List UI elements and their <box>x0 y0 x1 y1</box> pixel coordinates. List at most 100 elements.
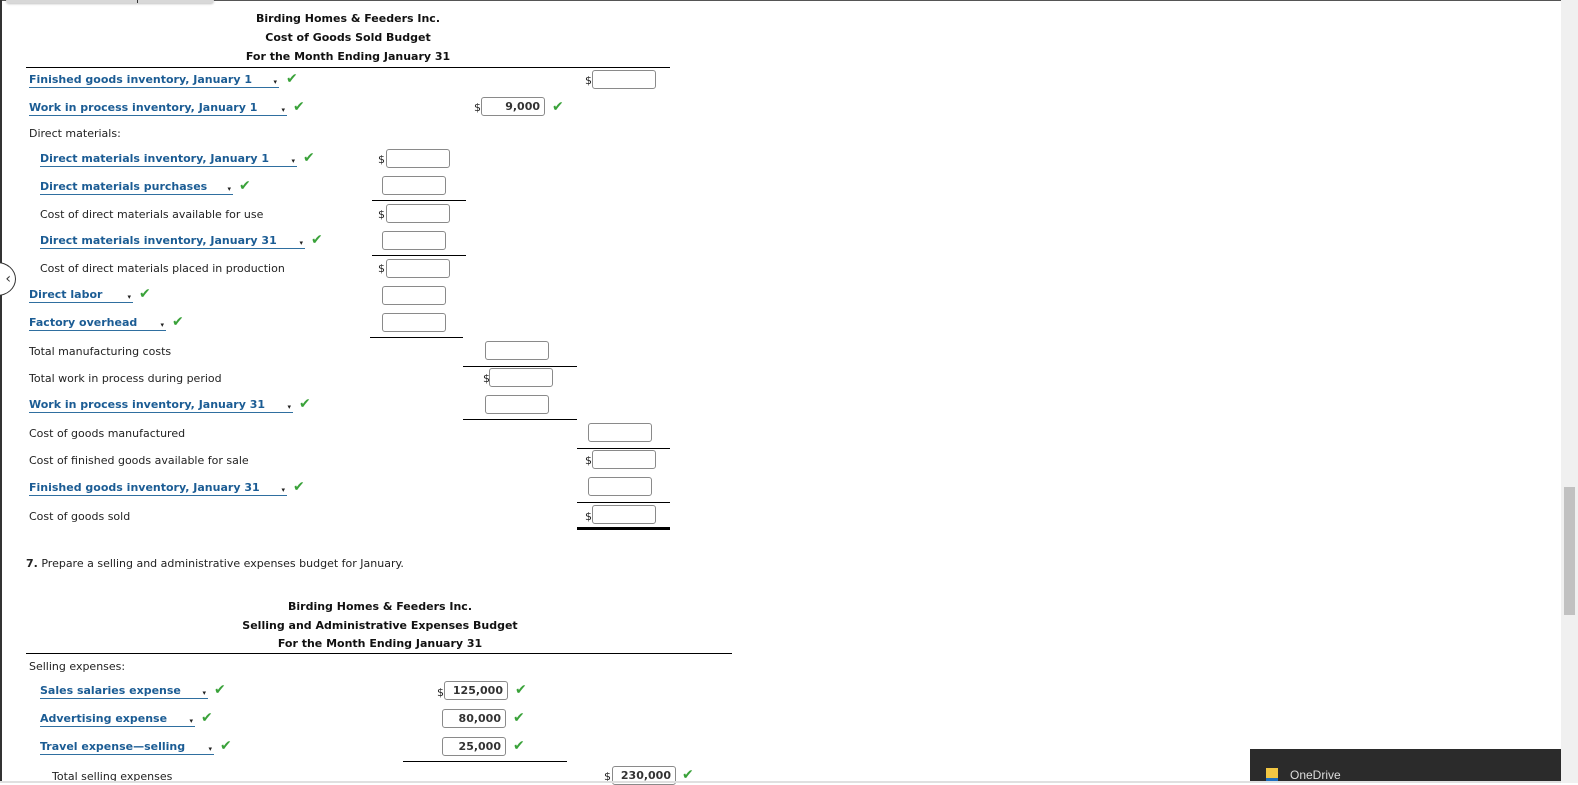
dm-available-input[interactable] <box>386 204 450 223</box>
dm-purchases-input[interactable] <box>382 176 446 195</box>
sa-title: Selling and Administrative Expenses Budg… <box>242 619 518 632</box>
scrollbar-track[interactable] <box>1561 0 1578 783</box>
check-icon: ✔ <box>513 710 525 726</box>
tab-divider <box>137 0 138 3</box>
total-mfg-label: Total manufacturing costs <box>29 345 172 358</box>
factory-overhead-select[interactable]: Factory overhead ▾ <box>29 316 166 331</box>
fg-jan31-select[interactable]: Finished goods inventory, January 31 ▾ <box>29 481 287 496</box>
tab-shadow <box>6 0 214 3</box>
sales-salaries-select[interactable]: Sales salaries expense ▾ <box>40 684 208 699</box>
select-value: Advertising expense <box>40 712 168 725</box>
direct-labor-input[interactable] <box>382 286 446 305</box>
selling-expenses-heading: Selling expenses: <box>29 660 126 673</box>
select-value: Direct labor <box>29 288 103 301</box>
chevron-down-icon: ▾ <box>160 321 164 329</box>
dm-jan1-select[interactable]: Direct materials inventory, January 1 ▾ <box>40 152 297 167</box>
check-icon: ✔ <box>552 99 564 115</box>
scrollbar-thumb[interactable] <box>1564 487 1575 615</box>
dollar-sign: $ <box>378 262 385 275</box>
check-icon: ✔ <box>286 71 298 87</box>
dm-available-label: Cost of direct materials available for u… <box>40 208 264 221</box>
check-icon: ✔ <box>682 767 694 783</box>
dollar-sign: $ <box>585 510 592 523</box>
direct-labor-select[interactable]: Direct labor ▾ <box>29 288 133 303</box>
select-value: Direct materials purchases <box>40 180 208 193</box>
total-mfg-input[interactable] <box>485 341 549 360</box>
cogs-label: Cost of goods sold <box>29 510 131 523</box>
check-icon: ✔ <box>299 396 311 412</box>
dm-purchases-select[interactable]: Direct materials purchases ▾ <box>40 180 233 195</box>
fg-jan1-input[interactable] <box>592 70 656 89</box>
cogs-title: Cost of Goods Sold Budget <box>265 31 431 44</box>
cogm-input[interactable] <box>588 423 652 442</box>
fg-available-input[interactable] <box>592 450 656 469</box>
cogs-period: For the Month Ending January 31 <box>245 50 451 63</box>
select-value: Factory overhead <box>29 316 138 329</box>
chevron-down-icon: ▾ <box>127 293 131 301</box>
dm-jan1-input[interactable] <box>386 149 450 168</box>
wip-jan1-select[interactable]: Work in process inventory, January 1 ▾ <box>29 101 287 116</box>
wip-jan1-input[interactable] <box>481 97 545 116</box>
window-left-border <box>0 0 2 783</box>
fg-jan31-input[interactable] <box>588 477 652 496</box>
onedrive-notification[interactable]: OneDrive <box>1250 749 1561 783</box>
cogs-input[interactable] <box>592 505 656 524</box>
select-value: Work in process inventory, January 1 <box>29 101 258 114</box>
back-button[interactable]: ‹ <box>0 262 16 296</box>
dollar-sign: $ <box>378 208 385 221</box>
header-rule <box>26 67 670 68</box>
direct-materials-heading: Direct materials: <box>29 127 121 140</box>
dm-jan31-select[interactable]: Direct materials inventory, January 31 ▾ <box>40 234 305 249</box>
question-number: 7. <box>26 557 38 570</box>
window-top-border <box>0 0 1578 1</box>
factory-overhead-input[interactable] <box>382 313 446 332</box>
total-double-rule <box>577 527 670 530</box>
chevron-down-icon: ▾ <box>202 689 206 697</box>
dollar-sign: $ <box>474 101 481 114</box>
dm-jan31-input[interactable] <box>382 231 446 250</box>
fg-available-label: Cost of finished goods available for sal… <box>29 454 249 467</box>
dm-placed-label: Cost of direct materials placed in produ… <box>40 262 285 275</box>
select-value: Travel expense—selling <box>40 740 186 753</box>
total-wip-input[interactable] <box>489 368 553 387</box>
travel-input[interactable] <box>442 737 506 756</box>
chevron-down-icon: ▾ <box>291 157 295 165</box>
chevron-down-icon: ▾ <box>273 78 277 86</box>
wip-jan31-select[interactable]: Work in process inventory, January 31 ▾ <box>29 398 293 413</box>
check-icon: ✔ <box>303 150 315 166</box>
wip-jan31-input[interactable] <box>485 395 549 414</box>
dollar-sign: $ <box>378 153 385 166</box>
subtotal-rule <box>403 761 567 762</box>
check-icon: ✔ <box>311 232 323 248</box>
fg-jan1-select[interactable]: Finished goods inventory, January 1 ▾ <box>29 73 279 88</box>
check-icon: ✔ <box>239 178 251 194</box>
notification-app-name: OneDrive <box>1290 768 1341 782</box>
chevron-down-icon: ▾ <box>208 745 212 753</box>
check-icon: ✔ <box>293 479 305 495</box>
subtotal-rule <box>577 448 670 449</box>
chevron-down-icon: ▾ <box>281 486 285 494</box>
total-wip-label: Total work in process during period <box>29 372 222 385</box>
check-icon: ✔ <box>139 286 151 302</box>
advertising-input[interactable] <box>442 709 506 728</box>
subtotal-rule <box>577 502 670 503</box>
subtotal-rule <box>463 419 577 420</box>
cogm-label: Cost of goods manufactured <box>29 427 186 440</box>
chevron-down-icon: ▾ <box>287 403 291 411</box>
travel-select[interactable]: Travel expense—selling ▾ <box>40 740 214 755</box>
check-icon: ✔ <box>172 314 184 330</box>
dm-placed-input[interactable] <box>386 259 450 278</box>
chevron-left-icon: ‹ <box>5 271 11 287</box>
sa-period: For the Month Ending January 31 <box>277 637 483 650</box>
dollar-sign: $ <box>585 454 592 467</box>
select-value: Direct materials inventory, January 1 <box>40 152 270 165</box>
dollar-sign: $ <box>585 74 592 87</box>
sales-salaries-input[interactable] <box>444 681 508 700</box>
advertising-select[interactable]: Advertising expense ▾ <box>40 712 195 727</box>
chevron-down-icon: ▾ <box>299 239 303 247</box>
check-icon: ✔ <box>515 682 527 698</box>
subtotal-rule <box>372 255 466 256</box>
question-text: Prepare a selling and administrative exp… <box>41 557 404 570</box>
check-icon: ✔ <box>293 99 305 115</box>
check-icon: ✔ <box>201 710 213 726</box>
